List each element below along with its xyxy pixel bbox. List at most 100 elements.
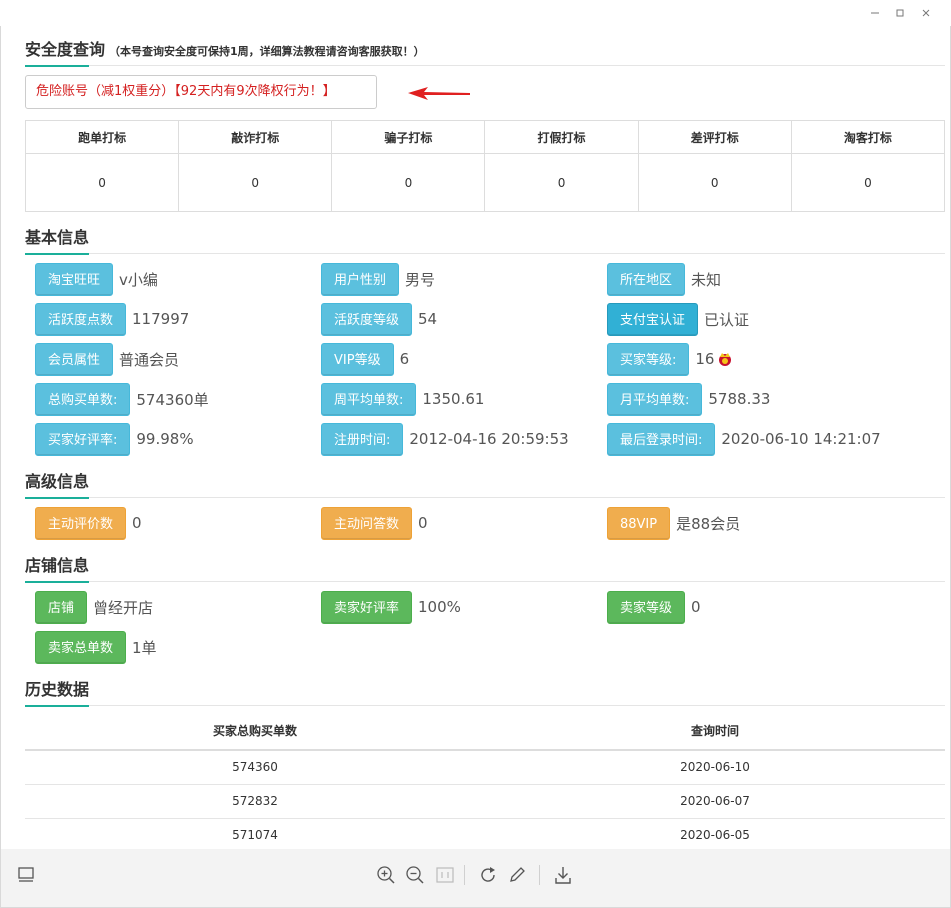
toolbar-divider xyxy=(464,865,465,885)
close-button[interactable] xyxy=(917,4,935,22)
info-item-register-time: 注册时间: 2012-04-16 20:59:53 xyxy=(321,422,569,456)
info-item-vip-level: VIP等级 6 xyxy=(321,342,409,376)
vip-level-tag[interactable]: VIP等级 xyxy=(321,342,394,376)
membership-value: 普通会员 xyxy=(119,350,180,369)
info-item-seller-rate: 卖家好评率 100% xyxy=(321,590,461,624)
seller-orders-tag[interactable]: 卖家总单数 xyxy=(35,630,127,664)
seller-rate-value: 100% xyxy=(418,598,461,616)
alipay-value: 已认证 xyxy=(704,310,750,329)
screen-button[interactable] xyxy=(15,864,37,886)
history-orders-cell: 574360 xyxy=(25,750,485,785)
history-header-cell: 查询时间 xyxy=(485,712,945,751)
last-login-tag[interactable]: 最后登录时间: xyxy=(607,422,716,456)
buyer-level-value-wrap: 16 xyxy=(695,350,733,368)
history-title: 历史数据 xyxy=(25,680,90,699)
positive-rate-value: 99.98% xyxy=(136,430,194,448)
weekly-avg-tag[interactable]: 周平均单数: xyxy=(321,382,417,416)
monthly-avg-value: 5788.33 xyxy=(708,390,771,408)
security-section-header: 安全度查询 （本号查询安全度可保持1周，详细算法教程请咨询客服获取！） xyxy=(25,30,945,67)
monthly-avg-tag[interactable]: 月平均单数: xyxy=(607,382,703,416)
marks-value-cell: 0 xyxy=(637,153,792,212)
active-qa-tag[interactable]: 主动问答数 xyxy=(321,506,413,540)
edit-button[interactable] xyxy=(506,864,528,886)
register-time-tag[interactable]: 注册时间: xyxy=(321,422,404,456)
positive-rate-tag[interactable]: 买家好评率: xyxy=(35,422,131,456)
advanced-row: 主动评价数 0 主动问答数 0 88VIP 是88会员 xyxy=(35,506,945,540)
toolbar-divider xyxy=(539,865,540,885)
shop-row: 卖家总单数 1单 xyxy=(35,630,945,664)
advanced-section-header: 高级信息 xyxy=(25,462,945,499)
basic-row: 总购买单数: 574360单 周平均单数: 1350.61 月平均单数: 5788.3… xyxy=(35,382,945,416)
history-orders-cell: 572832 xyxy=(25,784,485,819)
activity-points-tag[interactable]: 活跃度点数 xyxy=(35,302,127,336)
info-item-alipay: 支付宝认证 已认证 xyxy=(607,302,749,336)
marks-value-cell: 0 xyxy=(484,153,639,212)
info-item-seller-orders: 卖家总单数 1单 xyxy=(35,630,157,664)
info-item-total-orders: 总购买单数: 574360单 xyxy=(35,382,209,416)
weekly-avg-value: 1350.61 xyxy=(422,390,485,408)
activity-level-tag[interactable]: 活跃度等级 xyxy=(321,302,413,336)
zoom-in-button[interactable] xyxy=(375,864,397,886)
wangwang-value: v小编 xyxy=(119,270,158,289)
zoom-out-button[interactable] xyxy=(404,864,426,886)
basic-row: 会员属性 普通会员 VIP等级 6 买家等级: 16 xyxy=(35,342,945,376)
register-time-value: 2012-04-16 20:59:53 xyxy=(409,430,569,448)
vip-level-value: 6 xyxy=(399,350,410,368)
info-item-positive-rate: 买家好评率: 99.98% xyxy=(35,422,194,456)
marks-value-cell: 0 xyxy=(790,153,945,212)
shop-tag[interactable]: 店铺 xyxy=(35,590,88,624)
marks-header-cell: 打假打标 xyxy=(484,120,639,154)
screen-icon xyxy=(18,867,34,882)
wangwang-tag[interactable]: 淘宝旺旺 xyxy=(35,262,114,296)
actual-size-button[interactable] xyxy=(434,864,456,886)
marks-header-row: 跑单打标 敲诈打标 骗子打标 打假打标 差评打标 淘客打标 xyxy=(25,120,945,154)
history-date-cell: 2020-06-05 xyxy=(485,818,945,848)
total-orders-tag[interactable]: 总购买单数: xyxy=(35,382,131,416)
membership-tag[interactable]: 会员属性 xyxy=(35,342,114,376)
table-row: 572832 2020-06-07 xyxy=(25,784,945,819)
rotate-button[interactable] xyxy=(477,864,499,886)
edit-icon xyxy=(510,867,525,882)
basic-title: 基本信息 xyxy=(25,228,90,247)
region-tag[interactable]: 所在地区 xyxy=(607,262,686,296)
actual-size-icon xyxy=(436,867,454,883)
minimize-button[interactable] xyxy=(866,4,884,22)
info-item-last-login: 最后登录时间: 2020-06-10 14:21:07 xyxy=(607,422,881,456)
active-reviews-tag[interactable]: 主动评价数 xyxy=(35,506,127,540)
history-section-header: 历史数据 xyxy=(25,670,945,707)
alipay-tag[interactable]: 支付宝认证 xyxy=(607,302,699,336)
gender-tag[interactable]: 用户性别 xyxy=(321,262,400,296)
shop-section-header: 店铺信息 xyxy=(25,546,945,583)
zoom-in-icon xyxy=(377,866,395,884)
marks-value-cell: 0 xyxy=(178,153,333,212)
seller-level-tag[interactable]: 卖家等级 xyxy=(607,590,686,624)
history-header-row: 买家总购买单数 查询时间 xyxy=(25,712,945,751)
buyer-level-tag[interactable]: 买家等级: xyxy=(607,342,690,376)
shop-title: 店铺信息 xyxy=(25,556,90,575)
basic-row: 淘宝旺旺 v小编 用户性别 男号 所在地区 未知 xyxy=(35,262,945,296)
88vip-tag[interactable]: 88VIP xyxy=(607,506,671,540)
marks-header-cell: 淘客打标 xyxy=(790,120,945,154)
info-item-88vip: 88VIP 是88会员 xyxy=(607,506,740,540)
marks-header-cell: 骗子打标 xyxy=(331,120,486,154)
marks-value-row: 0 0 0 0 0 0 xyxy=(25,153,945,212)
rotate-icon xyxy=(481,867,495,882)
active-reviews-value: 0 xyxy=(132,514,142,532)
section-underline xyxy=(25,705,89,707)
crown-icon xyxy=(719,353,732,366)
total-orders-value: 574360单 xyxy=(136,390,209,409)
basic-row: 活跃度点数 117997 活跃度等级 54 支付宝认证 已认证 xyxy=(35,302,945,336)
maximize-button[interactable] xyxy=(891,4,909,22)
marks-header-cell: 敲诈打标 xyxy=(178,120,333,154)
info-item-region: 所在地区 未知 xyxy=(607,262,721,296)
seller-level-value: 0 xyxy=(691,598,701,616)
table-row: 571074 2020-06-05 xyxy=(25,818,945,848)
download-button[interactable] xyxy=(552,864,574,886)
section-underline xyxy=(25,581,89,583)
risk-alert: 危险账号（减1权重分）【92天内有9次降权行为！】 xyxy=(25,75,377,109)
security-title: 安全度查询 xyxy=(25,40,106,59)
info-item-shop: 店铺 曾经开店 xyxy=(35,590,153,624)
info-item-seller-level: 卖家等级 0 xyxy=(607,590,701,624)
seller-rate-tag[interactable]: 卖家好评率 xyxy=(321,590,413,624)
advanced-title: 高级信息 xyxy=(25,472,90,491)
